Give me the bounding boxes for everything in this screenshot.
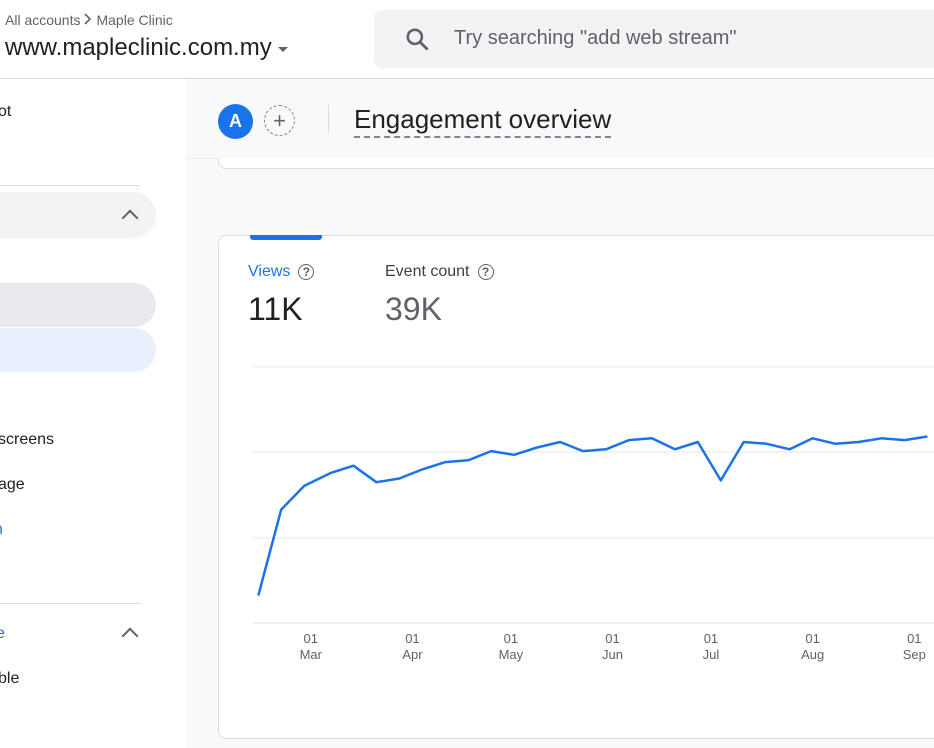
x-tick-day: 01 [504,631,518,646]
x-tick-month: May [499,647,524,662]
x-tick-day: 01 [704,631,718,646]
x-tick-day: 01 [304,631,318,646]
x-tick-day: 01 [605,631,619,646]
x-tick-month: Mar [300,647,323,662]
x-tick-month: Jul [703,647,720,662]
x-tick-month: Jun [602,647,623,662]
chart-gridlines [253,366,934,624]
x-tick-day: 01 [405,631,419,646]
line-chart[interactable]: 01Mar01Apr01May01Jun01Jul01Aug01Sep [0,0,934,748]
views-series-line[interactable] [257,435,928,596]
x-tick-month: Apr [402,647,423,662]
x-tick-month: Aug [801,647,824,662]
x-axis-ticks: 01Mar01Apr01May01Jun01Jul01Aug01Sep [300,631,926,662]
x-tick-day: 01 [907,631,921,646]
x-tick-day: 01 [805,631,819,646]
x-tick-month: Sep [903,647,926,662]
